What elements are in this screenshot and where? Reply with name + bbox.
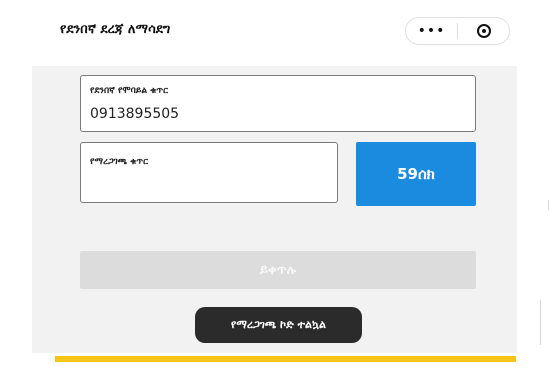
mini-program-capsule: ••• [405,17,510,45]
bottom-accent-bar [55,356,516,362]
more-dots-icon: ••• [417,23,446,39]
verification-code-input[interactable]: የማረጋገጫ ቁጥር [80,142,338,203]
close-button[interactable] [458,18,509,44]
header-bar: የደንበኛ ደረጃ ለማሳደግ ••• [0,0,549,66]
resend-timer-button[interactable]: 59ሰክ [356,142,476,206]
phone-label: የደንበኛ የሞባይል ቁጥር [90,86,169,96]
edge-divider [540,300,541,345]
page-title: የደንበኛ ደረጃ ለማሳደግ [60,22,171,37]
target-icon [476,24,491,38]
continue-button[interactable]: ይቀጥሉ [80,251,476,289]
phone-field[interactable]: የደንበኛ የሞባይል ቁጥር 0913895505 [80,75,476,132]
code-label: የማረጋገጫ ቁጥር [90,157,149,167]
phone-value: 0913895505 [90,106,180,122]
toast-message: የማረጋገጫ ኮድ ተልኳል [195,307,362,343]
more-button[interactable]: ••• [406,18,457,44]
